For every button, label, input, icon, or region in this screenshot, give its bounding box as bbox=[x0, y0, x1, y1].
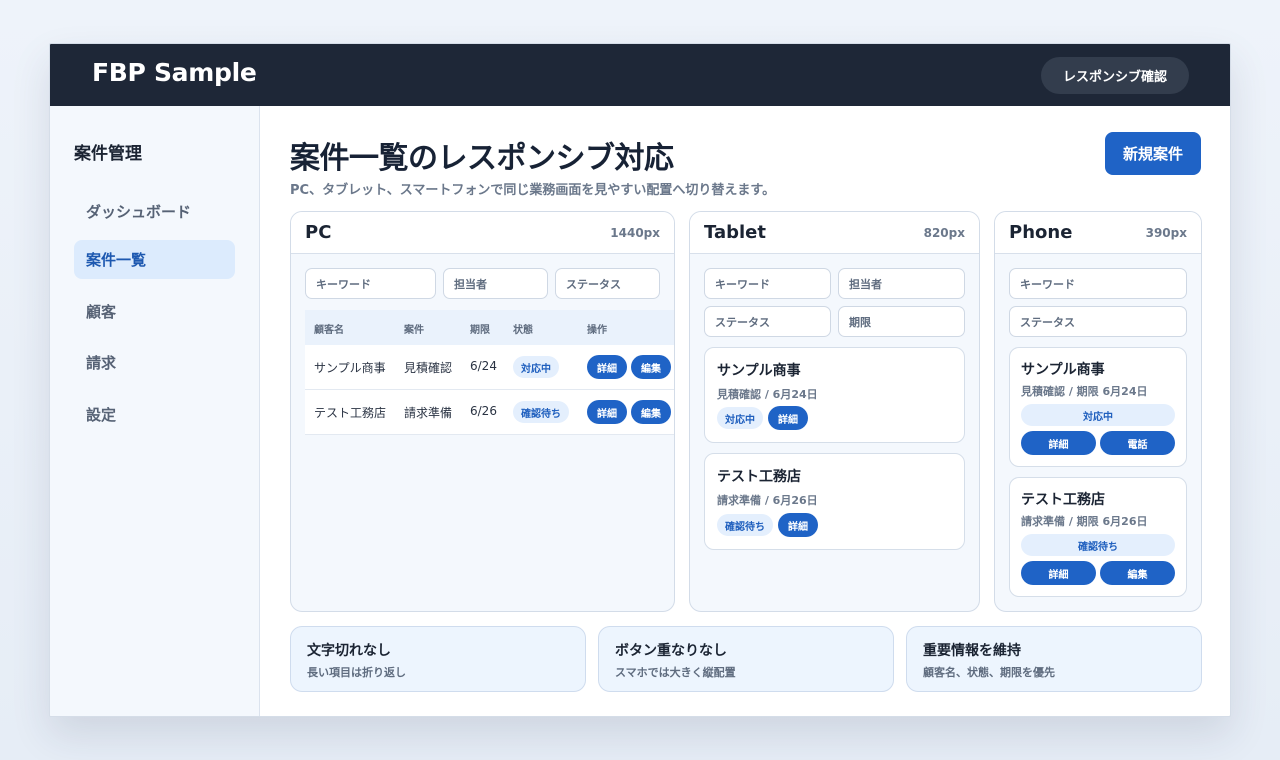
column-header-due: 期限 bbox=[470, 325, 490, 336]
status-badge: 確認待ち bbox=[513, 401, 569, 423]
new-project-button[interactable]: 新規案件 bbox=[1105, 132, 1201, 175]
phone-status-field[interactable]: ステータス bbox=[1009, 306, 1187, 337]
detail-button[interactable]: 詳細 bbox=[1021, 561, 1096, 585]
sidebar-item-billing[interactable]: 請求 bbox=[74, 343, 235, 382]
pc-assignee-field[interactable]: 担当者 bbox=[443, 268, 548, 299]
pc-panel-width: 1440px bbox=[610, 225, 660, 240]
row-project: 見積確認 bbox=[404, 361, 453, 375]
card-meta: 見積確認 / 期限 6月24日 bbox=[1021, 385, 1148, 398]
detail-button[interactable]: 詳細 bbox=[587, 355, 627, 379]
table-row: テスト工務店 請求準備 6/26 確認待ち 詳細 編集 bbox=[305, 390, 674, 435]
status-badge: 確認待ち bbox=[717, 514, 773, 536]
row-due: 6/24 bbox=[470, 359, 497, 373]
tablet-project-card[interactable]: サンプル商事 見積確認 / 6月24日 対応中 詳細 bbox=[704, 347, 965, 443]
column-header-project: 案件 bbox=[404, 325, 424, 336]
status-badge: 対応中 bbox=[513, 356, 559, 378]
pc-keyword-field[interactable]: キーワード bbox=[305, 268, 436, 299]
feature-card-no-text-cutoff: 文字切れなし 長い項目は折り返し bbox=[290, 626, 586, 692]
top-bar: FBP Sample レスポンシブ確認 bbox=[50, 44, 1230, 106]
status-badge: 確認待ち bbox=[1021, 534, 1175, 556]
card-title: テスト工務店 bbox=[717, 469, 801, 485]
feature-title: 文字切れなし bbox=[307, 643, 391, 659]
pc-preview-panel: PC 1440px キーワード 担当者 ステータス 顧客名 案件 期限 状態 操… bbox=[290, 211, 675, 612]
phone-project-card[interactable]: サンプル商事 見積確認 / 期限 6月24日 対応中 詳細 電話 bbox=[1009, 347, 1187, 467]
sidebar-item-project-list[interactable]: 案件一覧 bbox=[74, 240, 235, 279]
column-header-status: 状態 bbox=[513, 325, 533, 336]
page-subtitle: PC、タブレット、スマートフォンで同じ業務画面を見やすい配置へ切り替えます。 bbox=[290, 183, 776, 198]
card-meta: 請求準備 / 6月26日 bbox=[717, 494, 818, 507]
tablet-preview-panel: Tablet 820px キーワード 担当者 ステータス 期限 サンプル商事 見… bbox=[689, 211, 980, 612]
phone-panel-width: 390px bbox=[1145, 225, 1187, 240]
phone-preview-panel: Phone 390px キーワード ステータス サンプル商事 見積確認 / 期限… bbox=[994, 211, 1202, 612]
feature-desc: 顧客名、状態、期限を優先 bbox=[923, 666, 1055, 679]
card-meta: 見積確認 / 6月24日 bbox=[717, 388, 818, 401]
detail-button[interactable]: 詳細 bbox=[1021, 431, 1096, 455]
pc-project-table: 顧客名 案件 期限 状態 操作 サンプル商事 見積確認 6/24 対応中 詳細 … bbox=[305, 310, 674, 435]
brand-logo: FBP Sample bbox=[92, 58, 257, 87]
pc-panel-header: PC 1440px bbox=[291, 212, 674, 254]
status-badge: 対応中 bbox=[717, 407, 763, 429]
tablet-assignee-field[interactable]: 担当者 bbox=[838, 268, 965, 299]
edit-button[interactable]: 編集 bbox=[631, 400, 671, 424]
phone-panel-header: Phone 390px bbox=[995, 212, 1201, 254]
tablet-panel-header: Tablet 820px bbox=[690, 212, 979, 254]
column-header-actions: 操作 bbox=[587, 325, 607, 336]
phone-panel-name: Phone bbox=[1009, 222, 1073, 243]
column-header-customer: 顧客名 bbox=[314, 325, 344, 336]
tablet-status-field[interactable]: ステータス bbox=[704, 306, 831, 337]
call-button[interactable]: 電話 bbox=[1100, 431, 1175, 455]
sidebar: 案件管理 ダッシュボード 案件一覧 顧客 請求 設定 bbox=[50, 106, 260, 716]
page-title: 案件一覧のレスポンシブ対応 bbox=[290, 141, 674, 176]
sidebar-item-customers[interactable]: 顧客 bbox=[74, 292, 235, 331]
card-meta: 請求準備 / 期限 6月26日 bbox=[1021, 515, 1148, 528]
feature-title: 重要情報を維持 bbox=[923, 643, 1021, 659]
tablet-project-card[interactable]: テスト工務店 請求準備 / 6月26日 確認待ち 詳細 bbox=[704, 453, 965, 550]
pc-panel-name: PC bbox=[305, 222, 332, 243]
edit-button[interactable]: 編集 bbox=[1100, 561, 1175, 585]
detail-button[interactable]: 詳細 bbox=[587, 400, 627, 424]
sidebar-item-settings[interactable]: 設定 bbox=[74, 395, 235, 434]
row-customer: テスト工務店 bbox=[314, 406, 387, 420]
phone-project-card[interactable]: テスト工務店 請求準備 / 期限 6月26日 確認待ち 詳細 編集 bbox=[1009, 477, 1187, 597]
feature-card-no-button-overlap: ボタン重なりなし スマホでは大きく縦配置 bbox=[598, 626, 894, 692]
tablet-due-field[interactable]: 期限 bbox=[838, 306, 965, 337]
table-header: 顧客名 案件 期限 状態 操作 bbox=[305, 310, 674, 345]
tablet-keyword-field[interactable]: キーワード bbox=[704, 268, 831, 299]
responsive-check-button[interactable]: レスポンシブ確認 bbox=[1041, 57, 1189, 94]
card-title: テスト工務店 bbox=[1021, 492, 1105, 508]
card-title: サンプル商事 bbox=[1021, 362, 1105, 378]
edit-button[interactable]: 編集 bbox=[631, 355, 671, 379]
row-due: 6/26 bbox=[470, 404, 497, 418]
main-content: 案件一覧のレスポンシブ対応 PC、タブレット、スマートフォンで同じ業務画面を見や… bbox=[261, 106, 1230, 716]
tablet-panel-name: Tablet bbox=[704, 222, 766, 243]
table-row: サンプル商事 見積確認 6/24 対応中 詳細 編集 bbox=[305, 345, 674, 390]
phone-keyword-field[interactable]: キーワード bbox=[1009, 268, 1187, 299]
row-project: 請求準備 bbox=[404, 406, 453, 420]
status-badge: 対応中 bbox=[1021, 404, 1175, 426]
feature-title: ボタン重なりなし bbox=[615, 643, 727, 659]
detail-button[interactable]: 詳細 bbox=[778, 513, 818, 537]
feature-card-keep-key-info: 重要情報を維持 顧客名、状態、期限を優先 bbox=[906, 626, 1202, 692]
feature-desc: スマホでは大きく縦配置 bbox=[615, 666, 736, 679]
detail-button[interactable]: 詳細 bbox=[768, 406, 808, 430]
row-customer: サンプル商事 bbox=[314, 361, 386, 375]
feature-desc: 長い項目は折り返し bbox=[307, 666, 406, 679]
app-window: FBP Sample レスポンシブ確認 案件管理 ダッシュボード 案件一覧 顧客… bbox=[49, 43, 1231, 717]
pc-status-field[interactable]: ステータス bbox=[555, 268, 660, 299]
sidebar-title: 案件管理 bbox=[74, 144, 142, 164]
sidebar-item-dashboard[interactable]: ダッシュボード bbox=[74, 192, 235, 231]
tablet-panel-width: 820px bbox=[923, 225, 965, 240]
card-title: サンプル商事 bbox=[717, 363, 801, 379]
